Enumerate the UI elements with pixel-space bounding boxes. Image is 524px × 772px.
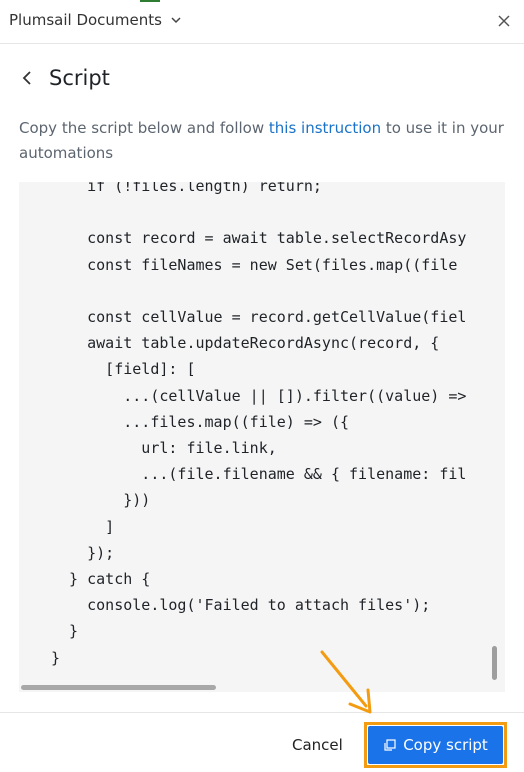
title-accent-line	[140, 0, 160, 2]
back-arrow-icon	[22, 71, 31, 85]
footer-divider	[0, 712, 524, 713]
instruction-link[interactable]: this instruction	[269, 119, 381, 137]
back-button[interactable]	[19, 66, 35, 90]
script-code: if (!files.length) return; const record …	[51, 182, 467, 667]
title-bar: Plumsail Documents	[0, 0, 524, 44]
pointer-arrow-icon	[320, 650, 372, 714]
description: Copy the script below and follow this in…	[19, 116, 509, 166]
chevron-down-icon	[171, 17, 181, 24]
cancel-button[interactable]: Cancel	[292, 736, 343, 754]
code-block[interactable]: if (!files.length) return; const record …	[19, 182, 505, 692]
app-title: Plumsail Documents	[9, 11, 162, 29]
page-title: Script	[49, 66, 110, 90]
vertical-scrollbar[interactable]	[492, 646, 497, 680]
app-switcher[interactable]: Plumsail Documents	[9, 11, 182, 29]
copy-script-button[interactable]: Copy script	[368, 726, 503, 764]
close-icon[interactable]	[496, 13, 512, 29]
page-header: Script	[19, 66, 110, 90]
copy-script-label: Copy script	[403, 736, 488, 754]
horizontal-scrollbar[interactable]	[21, 685, 216, 690]
copy-icon	[384, 738, 396, 751]
description-before: Copy the script below and follow	[19, 119, 269, 137]
